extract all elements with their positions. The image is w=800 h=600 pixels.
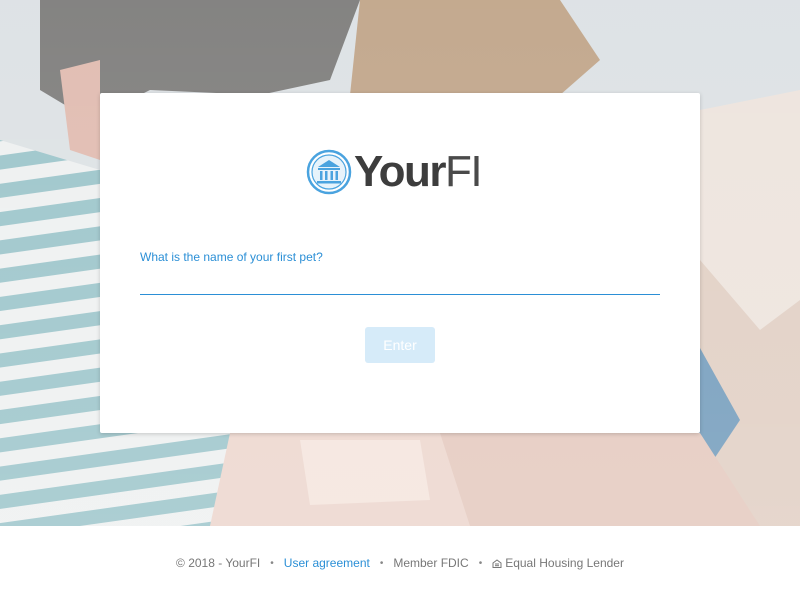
security-question-card: YourFI What is the name of your first pe… — [100, 93, 700, 433]
brand-logo: YourFI — [306, 148, 496, 196]
footer: © 2018 - YourFI • User agreement • Membe… — [0, 526, 800, 600]
brand-name-light: FI — [444, 147, 483, 196]
copyright-text: © 2018 - YourFI — [176, 556, 261, 570]
house-icon — [492, 559, 502, 568]
footer-separator: • — [478, 557, 483, 569]
equal-housing-lender: Equal Housing Lender — [492, 556, 624, 570]
brand-name-bold: Your — [354, 147, 446, 196]
bank-building-icon — [306, 149, 352, 195]
enter-button[interactable]: Enter — [365, 327, 435, 363]
user-agreement-link[interactable]: User agreement — [284, 556, 370, 570]
brand-wordmark: YourFI — [354, 147, 483, 196]
member-fdic-text: Member FDIC — [393, 556, 469, 570]
equal-housing-text: Equal Housing Lender — [505, 556, 624, 570]
footer-separator: • — [270, 557, 274, 569]
security-answer-input[interactable] — [140, 268, 660, 295]
footer-separator: • — [379, 557, 384, 569]
security-question-label: What is the name of your first pet? — [140, 250, 323, 264]
